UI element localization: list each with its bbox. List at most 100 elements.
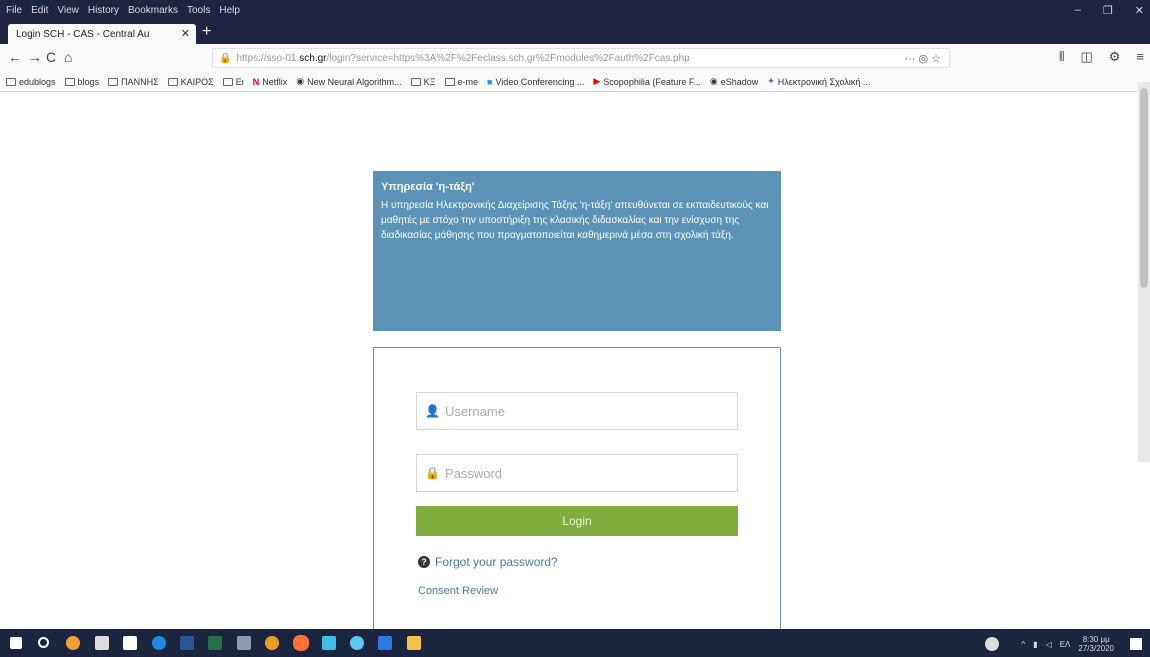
web-icon: ◉: [709, 76, 718, 86]
folder-icon: [6, 77, 16, 86]
app-icon[interactable]: [350, 636, 364, 650]
bookmarks-bar: edublogs blogs ΠΑΝΝΗΣ ΚΑΙΡΟΣ Ει N Netflix…: [0, 72, 1150, 92]
file-explorer-icon[interactable]: [407, 636, 421, 650]
back-button[interactable]: ←: [8, 49, 22, 65]
extension-icon[interactable]: ⚙: [1109, 49, 1121, 65]
folder-icon: [410, 77, 421, 86]
network-icon[interactable]: ▮: [1033, 640, 1037, 649]
calculator-icon[interactable]: [95, 636, 109, 650]
forward-button[interactable]: →: [28, 49, 42, 65]
bookmark-item[interactable]: edublogs: [6, 77, 56, 87]
menu-view[interactable]: View: [57, 5, 79, 16]
netflix-icon: N: [252, 76, 260, 87]
menu-bookmarks[interactable]: Bookmarks: [128, 5, 178, 16]
close-window-button[interactable]: ✕: [1135, 4, 1144, 17]
new-tab-button[interactable]: +: [202, 24, 211, 40]
maximize-button[interactable]: ❐: [1103, 4, 1113, 17]
url-path: /login?service=https%3A%2F%2Feclass.sch.…: [326, 52, 690, 64]
excel-icon[interactable]: [208, 636, 222, 650]
tab-bar: Login SCH - CAS - Central Au ✕: [0, 20, 1150, 44]
info-title: Υπηρεσία 'η-τάξη': [381, 181, 475, 193]
clock-date: 27/3/2020: [1078, 644, 1114, 653]
forgot-password-link[interactable]: ? Forgot your password?: [418, 555, 558, 569]
bookmark-item[interactable]: Ει: [222, 77, 244, 87]
service-info-box: Υπηρεσία 'η-τάξη' Η υπηρεσία Ηλεκτρονική…: [373, 171, 781, 331]
bookmark-item[interactable]: ✦ Ηλεκτρονική Σχολική ...: [767, 76, 870, 87]
store-icon[interactable]: [123, 636, 137, 650]
page-scrollbar[interactable]: [1138, 82, 1150, 462]
bookmark-item[interactable]: ◉ eShadow: [710, 76, 758, 87]
question-icon: ?: [418, 556, 430, 568]
user-icon: 👤: [425, 404, 440, 418]
login-button[interactable]: Login: [416, 506, 738, 536]
windows-start-icon[interactable]: [10, 637, 22, 649]
minimize-button[interactable]: –: [1075, 4, 1081, 16]
password-input[interactable]: [444, 465, 705, 481]
chrome-icon[interactable]: [265, 636, 279, 650]
chevron-up-icon[interactable]: ^: [1021, 640, 1025, 649]
firefox-icon[interactable]: [293, 635, 309, 651]
home-button[interactable]: ⌂: [64, 49, 72, 65]
edge-icon[interactable]: [152, 636, 166, 650]
bookmark-item[interactable]: blogs: [64, 77, 99, 87]
video-icon: ■: [487, 76, 493, 87]
menu-edit[interactable]: Edit: [31, 5, 48, 16]
page-content: Υπηρεσία 'η-τάξη' Η υπηρεσία Ηλεκτρονική…: [0, 92, 1150, 637]
folder-icon: [222, 77, 233, 86]
password-field[interactable]: 🔒: [416, 454, 738, 492]
consent-review-link[interactable]: Consent Review: [418, 585, 498, 597]
folder-icon: [64, 77, 75, 86]
info-text: Η υπηρεσία Ηλεκτρονικής Διαχείρισης Τάξη…: [381, 200, 769, 241]
search-icon[interactable]: [38, 637, 49, 648]
toolbar-right: ⫴ ◫ ⚙ ≡: [1059, 49, 1144, 65]
taskbar: ^ ▮ ◁ ΕΛ 8:30 μμ 27/3/2020: [0, 629, 1150, 657]
sidebar-icon[interactable]: ◫: [1080, 49, 1092, 65]
tray-app-icon[interactable]: [985, 637, 1000, 651]
login-form: 👤 🔒 Login ? Forgot your password? Consen…: [373, 347, 781, 637]
bookmark-item[interactable]: ΚΞ: [410, 77, 436, 87]
url-prefix: https://sso-01.: [236, 52, 300, 64]
clock[interactable]: 8:30 μμ 27/3/2020: [1078, 635, 1114, 653]
bookmark-item[interactable]: ▶ Scopophilia (Feature F...: [593, 76, 700, 87]
reload-button[interactable]: C: [46, 49, 56, 65]
app-icon[interactable]: [66, 636, 80, 650]
app-icon[interactable]: [322, 636, 336, 650]
folder-icon: [444, 77, 455, 86]
window-controls: – ❐ ✕: [1075, 0, 1144, 20]
youtube-icon: ▶: [593, 76, 601, 86]
navigation-bar: ← → C ⌂ 🔒 https://sso-01. sch.gr/login?se…: [0, 44, 1150, 72]
forgot-password-label: Forgot your password?: [435, 555, 558, 569]
clock-time: 8:30 μμ: [1082, 635, 1110, 644]
word-icon[interactable]: [180, 636, 194, 650]
notifications-icon[interactable]: [1130, 638, 1142, 650]
bookmark-item[interactable]: e-me: [444, 77, 478, 87]
library-icon[interactable]: ⫴: [1059, 49, 1064, 65]
bookmark-item[interactable]: ◉ New Neural Algorithm...: [296, 76, 401, 87]
hamburger-menu-icon[interactable]: ≡: [1136, 49, 1144, 65]
url-bar[interactable]: 🔒 https://sso-01. sch.gr/login?service=ht…: [212, 48, 950, 68]
bookmark-item[interactable]: ■ Video Conferencing ...: [487, 77, 584, 87]
tab-login-sch[interactable]: Login SCH - CAS - Central Au ✕: [8, 24, 196, 44]
menu-file[interactable]: File: [6, 5, 22, 16]
menu-list: File Edit View History Bookmarks Tools H…: [0, 5, 240, 16]
site-icon: ✦: [767, 76, 775, 86]
web-icon: ◉: [296, 76, 305, 86]
url-host: sch.gr: [299, 52, 327, 64]
volume-icon[interactable]: ◁: [1046, 640, 1052, 649]
bookmark-item[interactable]: ΠΑΝΝΗΣ: [108, 77, 159, 87]
bookmark-item[interactable]: ΚΑΙΡΟΣ: [167, 77, 214, 87]
bookmark-item[interactable]: N Netflix: [253, 77, 288, 87]
lock-icon: 🔒: [425, 466, 440, 480]
scrollbar-thumb[interactable]: [1140, 88, 1148, 288]
menu-history[interactable]: History: [88, 5, 119, 16]
menu-help[interactable]: Help: [219, 5, 240, 16]
app-icon[interactable]: [378, 636, 392, 650]
tab-close-icon[interactable]: ✕: [181, 27, 190, 40]
language-indicator[interactable]: ΕΛ: [1060, 640, 1071, 649]
app-icon[interactable]: [237, 636, 251, 650]
username-field[interactable]: 👤: [416, 392, 738, 430]
menu-tools[interactable]: Tools: [187, 5, 210, 16]
username-input[interactable]: [444, 403, 705, 419]
tab-title: Login SCH - CAS - Central Au: [16, 28, 150, 40]
page-actions[interactable]: ··· ◎ ☆: [904, 52, 941, 65]
